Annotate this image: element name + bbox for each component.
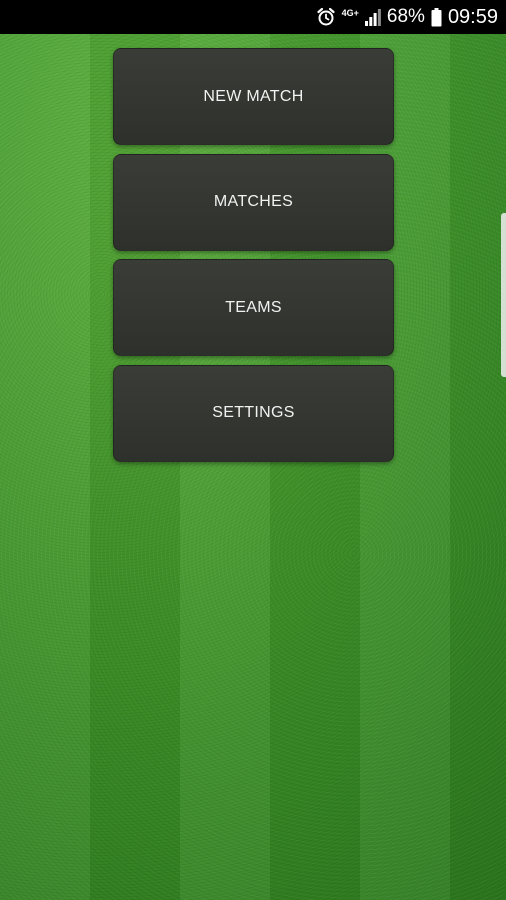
signal-icon	[364, 8, 381, 26]
matches-label: MATCHES	[213, 193, 294, 210]
network-type-label: 4G+	[341, 7, 359, 18]
new-match-label: NEW MATCH	[203, 87, 304, 105]
battery-icon	[431, 7, 442, 27]
status-clock: 09:59	[447, 6, 498, 28]
status-bar: 4G+ 68% 09:59	[0, 0, 506, 34]
edge-panel-handle[interactable]	[501, 213, 506, 377]
alarm-icon	[316, 7, 336, 27]
new-match-button[interactable]: NEW MATCH	[113, 48, 394, 145]
settings-button[interactable]: SETTINGS	[113, 364, 394, 462]
settings-label: SETTINGS	[212, 404, 295, 421]
battery-percent: 68%	[386, 6, 425, 27]
main-menu: NEW MATCH MATCHES TEAMS SETTINGS	[113, 48, 394, 470]
matches-button[interactable]: MATCHES	[113, 153, 394, 251]
teams-button[interactable]: TEAMS	[113, 259, 394, 356]
teams-label: TEAMS	[225, 298, 282, 316]
app-screen: 4G+ 68% 09:59 NEW MATCH MATCHES TEAMS SE…	[0, 0, 506, 900]
